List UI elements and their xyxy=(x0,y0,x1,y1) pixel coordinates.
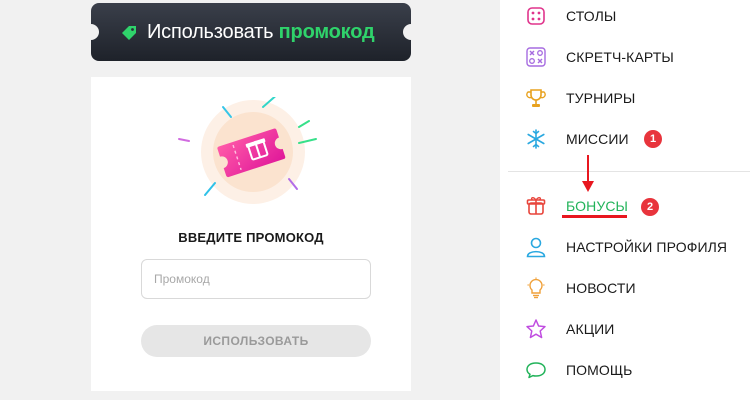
menu-item-profile-settings[interactable]: НАСТРОЙКИ ПРОФИЛЯ xyxy=(500,229,750,265)
arrow-down-icon xyxy=(582,155,594,192)
gift-icon xyxy=(526,197,546,215)
user-icon xyxy=(526,237,546,258)
menu-label: АКЦИИ xyxy=(566,321,615,337)
menu-label: СТОЛЫ xyxy=(566,8,617,24)
menu-item-tables[interactable]: СТОЛЫ xyxy=(500,0,750,34)
menu-label: НАСТРОЙКИ ПРОФИЛЯ xyxy=(566,239,728,255)
annotation-badge: 2 xyxy=(641,198,659,216)
trophy-icon xyxy=(526,89,546,107)
snowflake-icon xyxy=(527,129,545,149)
dice-icon xyxy=(527,7,545,25)
menu-item-help[interactable]: ПОМОЩЬ xyxy=(500,352,750,388)
annotation-badge: 1 xyxy=(644,130,662,148)
use-promo-button[interactable]: ИСПОЛЬЗОВАТЬ xyxy=(141,325,371,357)
promo-code-input[interactable] xyxy=(141,259,371,299)
menu-item-tournaments[interactable]: ТУРНИРЫ xyxy=(500,80,750,116)
enter-promo-title: ВВЕДИТЕ ПРОМОКОД xyxy=(178,230,324,245)
menu-label: ТУРНИРЫ xyxy=(566,90,636,106)
confetti-line xyxy=(178,138,190,142)
menu-divider xyxy=(508,171,750,172)
side-menu: СТОЛЫ СКРЕТЧ-КАРТЫ ТУРНИРЫ МИССИИ 1 БОНУ… xyxy=(500,0,750,400)
menu-label: СКРЕТЧ-КАРТЫ xyxy=(566,49,674,65)
lightbulb-icon xyxy=(527,277,545,299)
menu-item-news[interactable]: НОВОСТИ xyxy=(500,270,750,306)
banner-text-main: Использовать xyxy=(147,21,274,43)
chat-bubble-icon xyxy=(526,362,546,379)
confetti-line xyxy=(204,182,216,196)
use-promo-code-banner[interactable]: Использовать промокод xyxy=(83,3,419,61)
menu-item-promotions[interactable]: АКЦИИ xyxy=(500,311,750,347)
gift-ticket-icon xyxy=(178,97,317,204)
scratch-card-icon xyxy=(526,47,546,67)
menu-label: МИССИИ xyxy=(566,131,629,147)
confetti-line xyxy=(298,120,310,128)
banner-text: Использовать промокод xyxy=(147,21,375,44)
menu-item-scratch-cards[interactable]: СКРЕТЧ-КАРТЫ xyxy=(500,39,750,75)
menu-item-bonuses[interactable]: БОНУСЫ xyxy=(500,188,750,224)
promo-code-card: ВВЕДИТЕ ПРОМОКОД ИСПОЛЬЗОВАТЬ xyxy=(91,77,411,391)
menu-label: НОВОСТИ xyxy=(566,280,636,296)
tag-icon xyxy=(122,26,136,40)
menu-label: ПОМОЩЬ xyxy=(566,362,633,378)
star-icon xyxy=(526,319,546,339)
menu-label: БОНУСЫ xyxy=(566,198,629,214)
active-underline xyxy=(562,215,627,218)
menu-item-missions[interactable]: МИССИИ xyxy=(500,121,750,157)
banner-text-accent: промокод xyxy=(278,21,375,43)
